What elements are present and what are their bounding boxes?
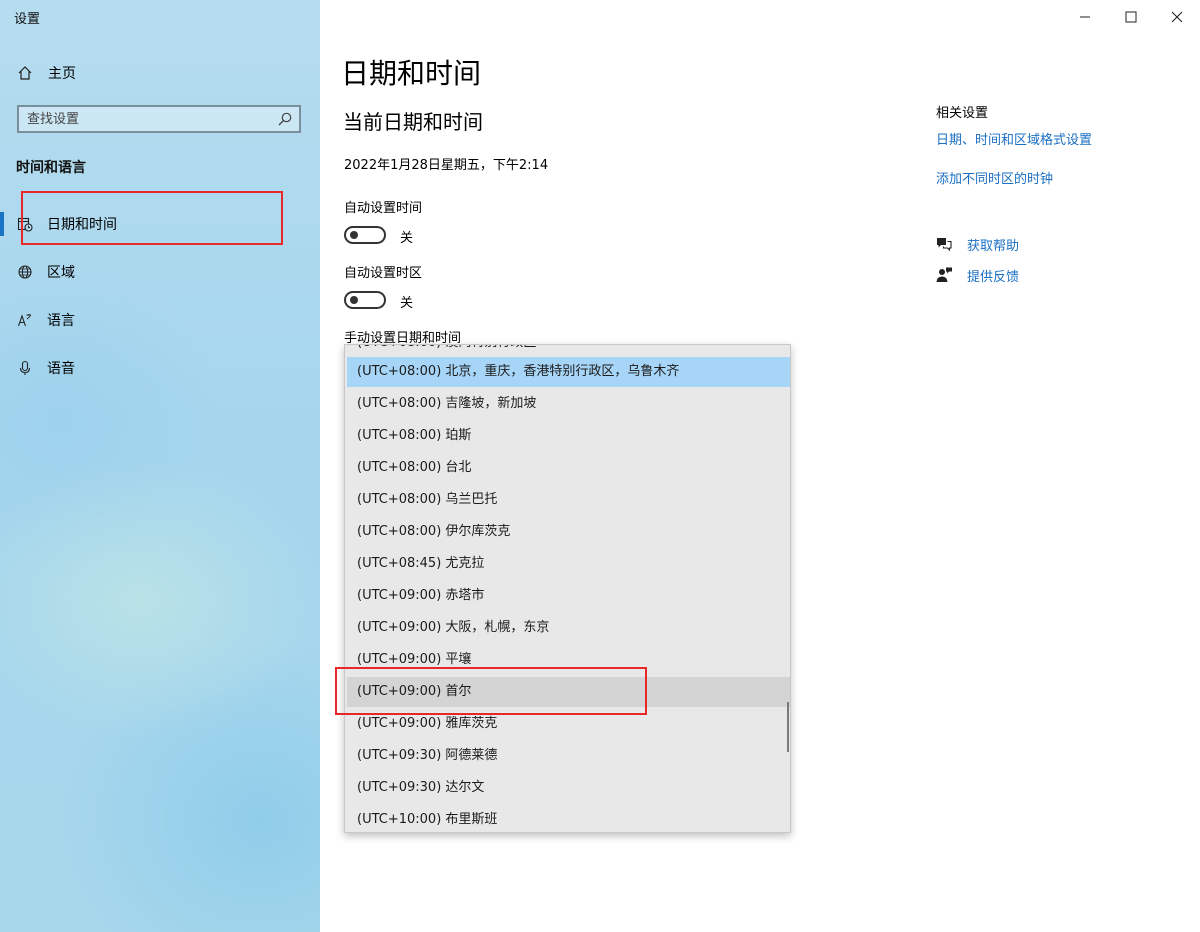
auto-time-label: 自动设置时间 (344, 201, 423, 216)
timezone-option[interactable]: (UTC+09:30) 阿德莱德 (347, 741, 790, 771)
page-title: 日期和时间 (341, 57, 482, 90)
get-help-label: 获取帮助 (967, 238, 1020, 254)
section-heading: 当前日期和时间 (343, 110, 483, 134)
sidebar-item-date-time[interactable]: 日期和时间 (16, 211, 117, 237)
sidebar-item-region[interactable]: 区域 (16, 259, 75, 285)
close-icon (1171, 8, 1183, 27)
search-input[interactable] (19, 107, 285, 131)
timezone-option[interactable]: (UTC+08:45) 尤克拉 (347, 549, 790, 579)
auto-time-toggle[interactable] (344, 226, 386, 244)
language-icon (16, 311, 34, 329)
timezone-option[interactable]: (UTC+09:00) 平壤 (347, 645, 790, 675)
feedback-person-icon (935, 266, 953, 284)
related-settings-title: 相关设置 (936, 106, 989, 121)
calendar-clock-icon (16, 215, 34, 233)
home-icon (16, 64, 34, 82)
region-format-link[interactable]: 日期、时间和区域格式设置 (936, 129, 1092, 148)
help-chat-icon (935, 235, 953, 253)
maximize-icon (1125, 8, 1137, 27)
timezone-option[interactable]: (UTC+09:00) 赤塔市 (347, 581, 790, 611)
timezone-option-hovered[interactable]: (UTC+09:00) 首尔 (347, 677, 790, 707)
toggle-knob (350, 296, 358, 304)
timezone-option[interactable]: (UTC+08:00) 珀斯 (347, 421, 790, 451)
sidebar-item-label: 区域 (47, 265, 75, 281)
sidebar-item-label: 语音 (47, 361, 75, 377)
sidebar-item-label: 语言 (47, 313, 75, 329)
globe-icon (16, 263, 34, 281)
sidebar: 设置 主页 时间和语言 日期和时间 区域 语言 语音 (0, 0, 320, 932)
timezone-option[interactable]: (UTC+08:00) 乌兰巴托 (347, 485, 790, 515)
timezone-option[interactable]: (UTC+08:00) 伊尔库茨克 (347, 517, 790, 547)
search-box[interactable] (17, 105, 301, 133)
timezone-dropdown-list[interactable]: (UTC+08:00) 澳门特别行政区 (UTC+08:00) 北京，重庆，香港… (344, 344, 791, 833)
timezone-option[interactable]: (UTC+09:30) 达尔文 (347, 773, 790, 803)
current-datetime: 2022年1月28日星期五，下午2:14 (344, 158, 549, 173)
active-indicator (0, 212, 4, 236)
home-label: 主页 (48, 66, 76, 82)
maximize-button[interactable] (1111, 4, 1151, 30)
sidebar-item-language[interactable]: 语言 (16, 307, 75, 333)
section-title: 时间和语言 (16, 160, 86, 176)
app-title: 设置 (14, 12, 41, 27)
auto-time-state: 关 (400, 231, 414, 246)
sidebar-item-speech[interactable]: 语音 (16, 355, 75, 381)
give-feedback-link[interactable]: 提供反馈 (935, 265, 1019, 285)
auto-timezone-label: 自动设置时区 (344, 266, 423, 281)
timezone-option[interactable]: (UTC+08:00) 吉隆坡，新加坡 (347, 389, 790, 419)
microphone-icon (16, 359, 34, 377)
timezone-option[interactable]: (UTC+08:00) 北京，重庆，香港特别行政区，乌鲁木齐 (347, 357, 790, 387)
timezone-option[interactable]: (UTC+09:00) 雅库茨克 (347, 709, 790, 739)
minimize-button[interactable] (1065, 4, 1105, 30)
close-button[interactable] (1157, 4, 1197, 30)
auto-timezone-toggle[interactable] (344, 291, 386, 309)
timezone-option[interactable]: (UTC+10:00) 布里斯班 (347, 805, 790, 832)
timezone-option[interactable]: (UTC+09:00) 大阪，札幌，东京 (347, 613, 790, 643)
add-clocks-link[interactable]: 添加不同时区的时钟 (936, 168, 1053, 187)
get-help-link[interactable]: 获取帮助 (935, 234, 1019, 254)
timezone-option[interactable]: (UTC+08:00) 台北 (347, 453, 790, 483)
timezone-option-partial[interactable]: (UTC+08:00) 澳门特别行政区 (347, 345, 790, 358)
give-feedback-label: 提供反馈 (967, 269, 1020, 285)
dropdown-scrollbar-thumb[interactable] (787, 702, 789, 752)
minimize-icon (1079, 8, 1091, 27)
toggle-knob (350, 231, 358, 239)
auto-timezone-state: 关 (400, 296, 414, 311)
search-icon[interactable] (277, 111, 293, 127)
sidebar-item-label: 日期和时间 (47, 217, 117, 233)
home-nav-item[interactable]: 主页 (16, 60, 76, 86)
